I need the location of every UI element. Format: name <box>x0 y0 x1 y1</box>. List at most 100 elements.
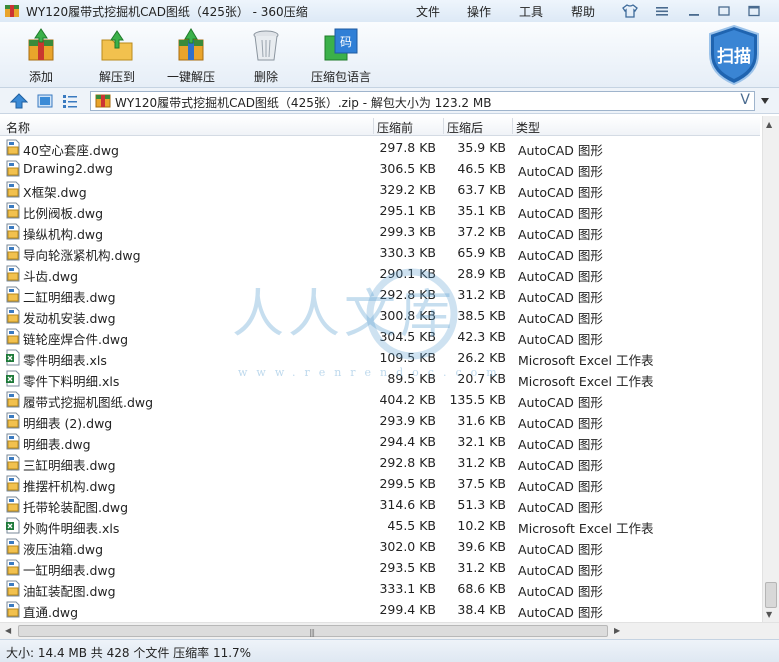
file-name: 托带轮装配图.dwg <box>23 500 129 515</box>
file-row[interactable]: 二缸明细表.dwg 292.8 KB 31.2 KB AutoCAD 图形 <box>0 284 762 305</box>
skin-shirt-icon[interactable] <box>619 2 641 20</box>
file-name: 操纵机构.dwg <box>23 227 104 242</box>
dwg-file-icon <box>5 454 21 471</box>
vertical-scrollbar[interactable]: ▲ ▼ <box>762 116 779 622</box>
file-row[interactable]: 推摆杆机构.dwg 299.5 KB 37.5 KB AutoCAD 图形 <box>0 473 762 494</box>
file-row[interactable]: X框架.dwg 329.2 KB 63.7 KB AutoCAD 图形 <box>0 179 762 200</box>
menu-help[interactable]: 帮助 <box>571 3 595 20</box>
column-type[interactable]: 类型 <box>516 119 540 136</box>
file-row[interactable]: 履带式挖掘机图纸.dwg 404.2 KB 135.5 KB AutoCAD 图形 <box>0 389 762 410</box>
file-type: AutoCAD 图形 <box>518 143 603 158</box>
scroll-right-icon[interactable]: ▶ <box>614 626 620 635</box>
dwg-file-icon <box>5 580 21 597</box>
minimize-to-tray-icon[interactable] <box>683 2 705 20</box>
file-size-after: 35.1 KB <box>457 203 506 218</box>
file-row[interactable]: 一缸明细表.dwg 293.5 KB 31.2 KB AutoCAD 图形 <box>0 557 762 578</box>
triangle-down-icon <box>761 98 769 104</box>
file-size-before: 297.8 KB <box>379 140 436 155</box>
extract-to-button[interactable]: 解压到 <box>82 26 152 86</box>
file-row[interactable]: 明细表.dwg 294.4 KB 32.1 KB AutoCAD 图形 <box>0 431 762 452</box>
xls-file-icon <box>5 370 21 387</box>
scroll-up-icon[interactable]: ▲ <box>766 120 772 129</box>
file-row[interactable]: 直通.dwg 299.4 KB 38.4 KB AutoCAD 图形 <box>0 599 762 620</box>
menu-file[interactable]: 文件 <box>416 3 440 20</box>
file-row[interactable]: 链轮座焊合件.dwg 304.5 KB 42.3 KB AutoCAD 图形 <box>0 326 762 347</box>
file-type: AutoCAD 图形 <box>518 227 603 242</box>
menu-tools[interactable]: 工具 <box>519 3 543 20</box>
minimize-icon[interactable] <box>713 2 735 20</box>
file-name: 斗齿.dwg <box>23 269 79 284</box>
column-compressed[interactable]: 压缩前 <box>377 119 413 136</box>
menu-list-icon[interactable] <box>651 2 673 20</box>
column-divider[interactable] <box>373 118 374 134</box>
file-size-before: 306.5 KB <box>379 161 436 176</box>
thumbnail-view-icon[interactable] <box>36 93 54 109</box>
column-name[interactable]: 名称 <box>6 119 30 136</box>
file-type: AutoCAD 图形 <box>518 206 603 221</box>
file-type: Microsoft Excel 工作表 <box>518 353 654 368</box>
one-click-extract-button[interactable]: 一键解压 <box>156 26 226 86</box>
file-row[interactable]: 零件明细表.xls 109.5 KB 26.2 KB Microsoft Excel … <box>0 347 762 368</box>
scroll-left-icon[interactable]: ◀ <box>5 626 11 635</box>
add-button[interactable]: 添加 <box>6 26 76 86</box>
file-row[interactable]: 比例阀板.dwg 295.1 KB 35.1 KB AutoCAD 图形 <box>0 200 762 221</box>
dwg-file-icon <box>5 391 21 408</box>
file-row[interactable]: 托带轮装配图.dwg 314.6 KB 51.3 KB AutoCAD 图形 <box>0 494 762 515</box>
file-name: 液压油箱.dwg <box>23 542 104 557</box>
file-row[interactable]: 油缸装配图.dwg 333.1 KB 68.6 KB AutoCAD 图形 <box>0 578 762 599</box>
file-size-after: 35.9 KB <box>457 140 506 155</box>
menu-operate[interactable]: 操作 <box>467 3 491 20</box>
file-row[interactable]: Drawing2.dwg 306.5 KB 46.5 KB AutoCAD 图形 <box>0 158 762 179</box>
file-size-after: 51.3 KB <box>457 497 506 512</box>
file-size-before: 299.4 KB <box>379 602 436 617</box>
status-text: 大小: 14.4 MB 共 428 个文件 压缩率 11.7% <box>6 646 252 660</box>
column-divider[interactable] <box>443 118 444 134</box>
address-field[interactable]: WY120履带式挖掘机CAD图纸（425张）.zip - 解包大小为 123.2… <box>90 91 755 111</box>
horizontal-scrollbar[interactable]: ◀ ||| ▶ <box>0 622 779 639</box>
file-row[interactable]: 导向轮涨紧机构.dwg 330.3 KB 65.9 KB AutoCAD 图形 <box>0 242 762 263</box>
file-size-after: 20.7 KB <box>457 371 506 386</box>
address-menu-button[interactable] <box>756 91 774 111</box>
horizontal-scroll-thumb[interactable]: ||| <box>18 625 608 637</box>
file-size-after: 31.2 KB <box>457 455 506 470</box>
delete-button[interactable]: 删除 <box>231 26 301 86</box>
file-size-after: 31.2 KB <box>457 560 506 575</box>
scroll-grip-icon: ||| <box>309 628 315 637</box>
list-view-icon[interactable] <box>61 93 79 109</box>
archive-language-button[interactable]: 码 压缩包语言 <box>306 26 376 86</box>
file-row[interactable]: 明细表 (2).dwg 293.9 KB 31.6 KB AutoCAD 图形 <box>0 410 762 431</box>
file-list-header: 名称 压缩前 压缩后 类型 <box>0 116 760 136</box>
file-row[interactable]: 斗齿.dwg 290.1 KB 28.9 KB AutoCAD 图形 <box>0 263 762 284</box>
file-name: 一缸明细表.dwg <box>23 563 116 578</box>
file-size-after: 10.2 KB <box>457 518 506 533</box>
file-row[interactable]: 零件下料明细.xls 89.5 KB 20.7 KB Microsoft Excel … <box>0 368 762 389</box>
file-size-after: 38.5 KB <box>457 308 506 323</box>
address-dropdown-icon[interactable]: V <box>740 92 750 108</box>
status-bar: 大小: 14.4 MB 共 428 个文件 压缩率 11.7% <box>0 639 779 662</box>
scan-button[interactable]: 扫描 <box>706 24 762 86</box>
file-row[interactable]: 三缸明细表.dwg 292.8 KB 31.2 KB AutoCAD 图形 <box>0 452 762 473</box>
one-click-extract-icon <box>178 28 204 61</box>
file-row[interactable]: 外购件明细表.xls 45.5 KB 10.2 KB Microsoft Excel … <box>0 515 762 536</box>
file-row[interactable]: 操纵机构.dwg 299.3 KB 37.2 KB AutoCAD 图形 <box>0 221 762 242</box>
file-type: AutoCAD 图形 <box>518 248 603 263</box>
column-original[interactable]: 压缩后 <box>447 119 483 136</box>
dwg-file-icon <box>5 433 21 450</box>
dwg-file-icon <box>5 538 21 555</box>
scroll-down-icon[interactable]: ▼ <box>766 610 772 619</box>
column-divider[interactable] <box>512 118 513 134</box>
file-row[interactable]: 40空心套座.dwg 297.8 KB 35.9 KB AutoCAD 图形 <box>0 137 762 158</box>
dwg-file-icon <box>5 181 21 198</box>
maximize-icon[interactable] <box>743 2 765 20</box>
dwg-file-icon <box>5 202 21 219</box>
vertical-scroll-thumb[interactable] <box>765 582 777 608</box>
up-arrow-icon[interactable] <box>10 93 28 109</box>
scan-label: 扫描 <box>717 47 751 67</box>
file-size-after: 28.9 KB <box>457 266 506 281</box>
file-name: 零件明细表.xls <box>23 353 107 368</box>
one-click-extract-label: 一键解压 <box>166 70 215 84</box>
dwg-file-icon <box>5 307 21 324</box>
file-type: AutoCAD 图形 <box>518 479 603 494</box>
file-row[interactable]: 液压油箱.dwg 302.0 KB 39.6 KB AutoCAD 图形 <box>0 536 762 557</box>
file-row[interactable]: 发动机安装.dwg 300.8 KB 38.5 KB AutoCAD 图形 <box>0 305 762 326</box>
